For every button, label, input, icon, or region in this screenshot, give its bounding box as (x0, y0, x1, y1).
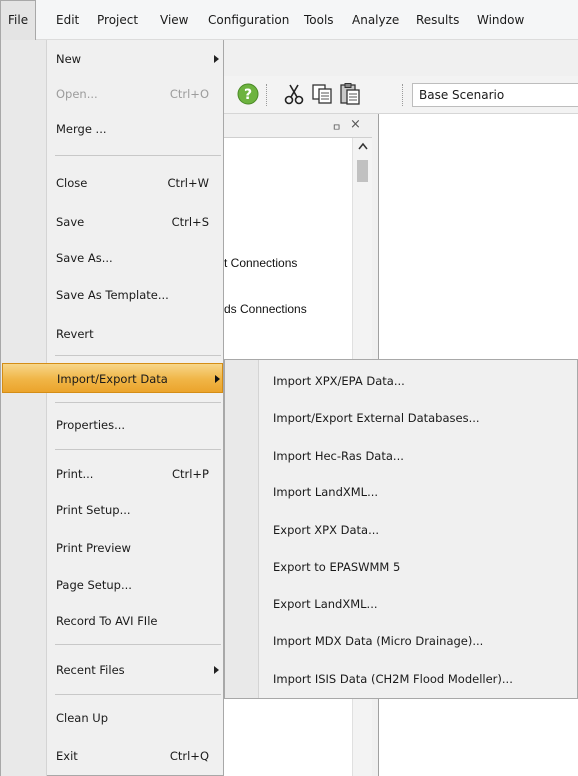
menu-item-exit[interactable]: Exit Ctrl+Q (2, 741, 223, 771)
menu-item-label: Close (56, 176, 88, 190)
menu-item-revert[interactable]: Revert (2, 319, 223, 349)
menu-item-print[interactable]: Print... Ctrl+P (2, 459, 223, 489)
menu-item-shortcut: Ctrl+O (169, 87, 209, 101)
help-icon[interactable]: ? (236, 82, 260, 106)
tree-item-label[interactable]: t Connections (224, 256, 297, 270)
scroll-up-icon[interactable] (358, 142, 368, 150)
menu-item-save[interactable]: Save Ctrl+S (2, 207, 223, 237)
menu-item-merge[interactable]: Merge ... (2, 114, 223, 144)
menu-item-label: Revert (56, 327, 94, 341)
menu-item-label: Save (56, 215, 85, 229)
submenu-item-export-epaswmm[interactable]: Export to EPASWMM 5 (273, 552, 573, 582)
toolbar-separator (266, 84, 267, 106)
menu-separator (55, 449, 221, 450)
menu-item-label: Print Preview (56, 541, 131, 555)
menu-analyze[interactable]: Analyze (345, 0, 406, 40)
menu-item-label: Import/Export Data (57, 372, 168, 386)
menu-bar: File Edit Project View Configuration Too… (0, 0, 578, 40)
menu-item-label: Record To AVI FIle (56, 614, 158, 628)
submenu-arrow-icon (215, 375, 220, 383)
menu-results[interactable]: Results (409, 0, 466, 40)
menu-edit[interactable]: Edit (49, 0, 86, 40)
menu-item-new[interactable]: New (2, 44, 223, 74)
svg-text:?: ? (244, 87, 252, 103)
submenu-item-import-landxml[interactable]: Import LandXML... (273, 477, 573, 507)
menu-item-shortcut: Ctrl+Q (169, 749, 209, 763)
menu-item-print-preview[interactable]: Print Preview (2, 533, 223, 563)
menu-separator (55, 644, 221, 645)
toolbar-separator (402, 84, 403, 106)
paste-icon[interactable] (338, 82, 362, 106)
menu-item-label: Print Setup... (56, 503, 131, 517)
menu-item-clean-up[interactable]: Clean Up (2, 703, 223, 733)
menu-tools[interactable]: Tools (297, 0, 341, 40)
menu-item-save-as-template[interactable]: Save As Template... (2, 280, 223, 310)
menu-item-label: Print... (56, 467, 94, 481)
submenu-arrow-icon (214, 55, 219, 63)
submenu-item-import-isis[interactable]: Import ISIS Data (CH2M Flood Modeller)..… (273, 664, 573, 694)
menu-item-save-as[interactable]: Save As... (2, 243, 223, 273)
tree-item-label[interactable]: ds Connections (224, 302, 307, 316)
menu-icon-gutter (225, 360, 259, 698)
menu-item-shortcut: Ctrl+W (167, 176, 209, 190)
file-menu: New Open... Ctrl+O Merge ... Close Ctrl+… (0, 40, 224, 776)
menu-item-open: Open... Ctrl+O (2, 79, 223, 109)
menu-item-label: Properties... (56, 418, 126, 432)
menu-item-shortcut: Ctrl+S (171, 215, 209, 229)
menu-item-label: Open... (56, 87, 98, 101)
menu-item-close[interactable]: Close Ctrl+W (2, 168, 223, 198)
panel-header: ㅁ × (224, 114, 372, 138)
menu-separator (55, 355, 221, 356)
menu-item-label: Page Setup... (56, 578, 132, 592)
menu-item-shortcut: Ctrl+P (171, 467, 209, 481)
menu-item-print-setup[interactable]: Print Setup... (2, 495, 223, 525)
copy-icon[interactable] (310, 82, 334, 106)
submenu-item-import-hec-ras[interactable]: Import Hec-Ras Data... (273, 441, 573, 471)
menu-separator (55, 694, 221, 695)
submenu-item-import-xpx-epa[interactable]: Import XPX/EPA Data... (273, 366, 573, 396)
menu-separator (55, 402, 221, 403)
menu-item-label: Save As... (56, 251, 113, 265)
menu-item-label: Merge ... (56, 122, 107, 136)
submenu-item-export-landxml[interactable]: Export LandXML... (273, 589, 573, 619)
menu-window[interactable]: Window (470, 0, 531, 40)
pin-icon[interactable]: ㅁ (332, 119, 341, 134)
menu-item-recent-files[interactable]: Recent Files (2, 655, 223, 685)
menu-item-label: Recent Files (56, 663, 125, 677)
import-export-submenu: Import XPX/EPA Data... Import/Export Ext… (224, 359, 578, 699)
scenario-dropdown[interactable]: Base Scenario (412, 83, 578, 107)
close-icon[interactable]: × (350, 117, 361, 132)
menu-item-import-export-data[interactable]: Import/Export Data (2, 363, 223, 393)
menu-item-properties[interactable]: Properties... (2, 410, 223, 440)
submenu-arrow-icon (214, 666, 219, 674)
menu-item-page-setup[interactable]: Page Setup... (2, 570, 223, 600)
menu-item-record-avi[interactable]: Record To AVI FIle (2, 606, 223, 636)
menu-item-label: New (56, 52, 82, 66)
menu-item-label: Clean Up (56, 711, 109, 725)
menu-file[interactable]: File (0, 0, 37, 40)
menu-separator (55, 155, 221, 156)
submenu-item-external-databases[interactable]: Import/Export External Databases... (273, 403, 573, 433)
submenu-item-import-mdx[interactable]: Import MDX Data (Micro Drainage)... (273, 626, 573, 656)
menu-view[interactable]: View (153, 0, 195, 40)
menu-item-label: Exit (56, 749, 78, 763)
menu-item-label: Save As Template... (56, 288, 169, 302)
scroll-thumb[interactable] (357, 160, 368, 182)
cut-icon[interactable] (282, 82, 306, 106)
menu-project[interactable]: Project (90, 0, 145, 40)
submenu-item-export-xpx[interactable]: Export XPX Data... (273, 515, 573, 545)
menu-configuration[interactable]: Configuration (201, 0, 296, 40)
